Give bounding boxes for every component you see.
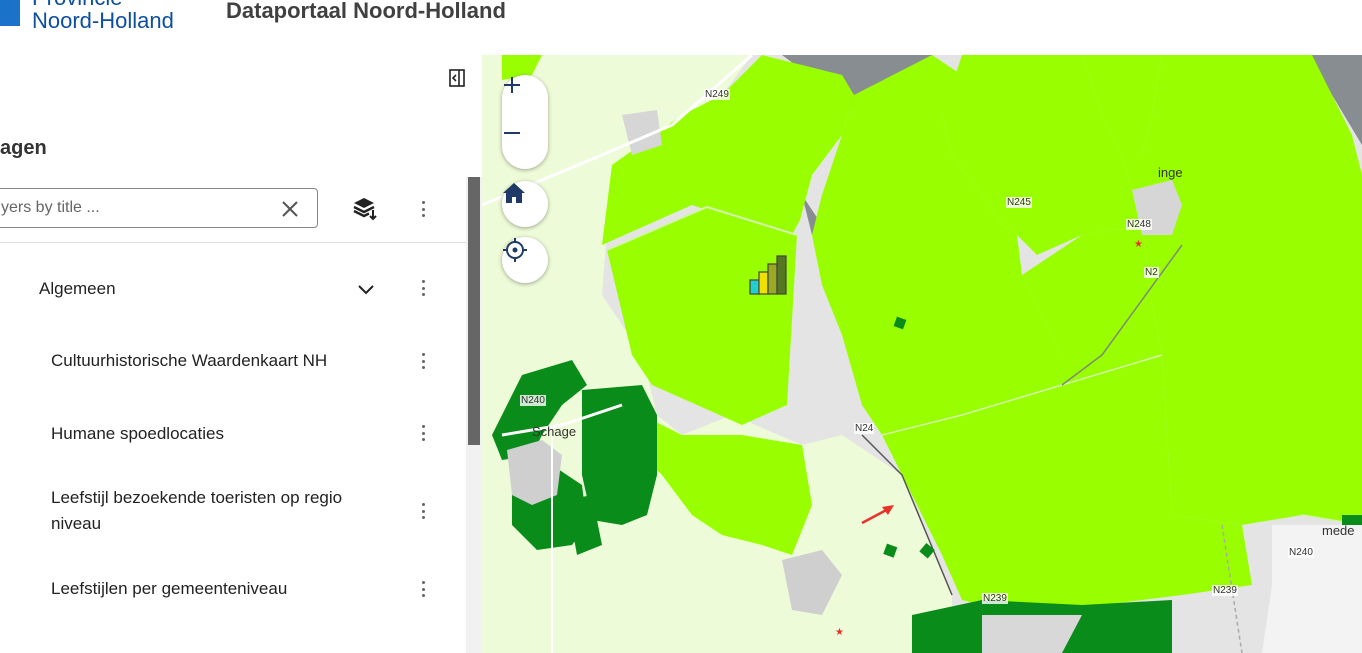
layers-stack-icon [353,198,377,221]
clear-icon [282,201,298,217]
layer-panel: agen Algemeen Cultuurhistorische Waarden… [0,55,482,653]
map-canvas[interactable]: ★ ★ [482,55,1362,653]
layer-menu-button[interactable] [418,350,428,372]
home-icon [503,183,525,203]
panel-title: agen [0,137,47,159]
road-label: N248 [1126,219,1152,230]
more-vertical-icon [421,425,425,428]
road-label: N240 [1288,547,1314,558]
home-button[interactable] [502,181,548,227]
layer-search-input[interactable] [1,196,271,220]
map-view[interactable]: ★ ★ Schage inge mede N249 N248 N240 N24 … [482,55,1362,653]
layer-item[interactable]: Humane spoedlocaties [51,421,391,447]
layer-item[interactable]: Leefstijl bezoekende toeristen op regio … [51,485,391,537]
locate-icon [503,238,527,262]
collapse-panel-button[interactable] [446,66,468,90]
layer-order-button[interactable] [352,195,378,221]
layer-menu-button[interactable] [418,500,428,522]
road-label: N245 [1006,197,1032,208]
zoom-in-icon [504,77,520,93]
app-header: Provincie Noord-Holland Dataportaal Noor… [0,0,1362,55]
layer-item[interactable]: Leefstijlen per gemeenteniveau [51,576,391,602]
zoom-out-icon [504,132,520,134]
search-field[interactable] [0,188,318,228]
logo-text[interactable]: Provincie Noord-Holland [32,0,174,32]
locate-button[interactable] [502,237,548,283]
place-label: inge [1158,165,1183,180]
chevron-down-icon [358,285,374,295]
zoom-out-button[interactable] [502,123,548,169]
zoom-in-button[interactable] [502,75,548,121]
road-label: N239 [1212,585,1238,596]
more-vertical-icon [421,280,425,283]
layer-menu-button[interactable] [418,578,428,600]
road-label: N24 [854,423,875,434]
road-label: N2 [1144,267,1159,278]
group-algemeen-label[interactable]: Algemeen [39,279,116,299]
group-expand-toggle[interactable] [356,279,376,299]
scrollbar-thumb[interactable] [468,177,480,445]
signal-bars-icon [749,255,787,295]
road-label: N249 [704,89,730,100]
collapse-panel-icon [449,69,465,87]
svg-text:★: ★ [1134,239,1143,250]
panel-menu-button[interactable] [418,198,428,220]
road-label: N240 [520,395,546,406]
divider [0,242,466,243]
logo-icon[interactable] [0,0,20,26]
clear-search-button[interactable] [279,198,301,220]
place-label: mede [1322,523,1355,538]
road-label: N239 [982,593,1008,604]
zoom-control [502,75,548,169]
svg-text:★: ★ [835,627,844,638]
layer-item[interactable]: Cultuurhistorische Waardenkaart NH [51,348,391,374]
logo-line-2: Noord-Holland [32,8,174,33]
panel-scrollbar[interactable] [466,177,482,653]
more-vertical-icon [421,353,425,356]
group-menu-button[interactable] [418,277,428,299]
layer-menu-button[interactable] [418,422,428,444]
app-title: Dataportaal Noord-Holland [226,0,506,23]
more-vertical-icon [421,201,425,204]
more-vertical-icon [421,581,425,584]
place-label: Schage [532,424,577,439]
more-vertical-icon [421,503,425,506]
